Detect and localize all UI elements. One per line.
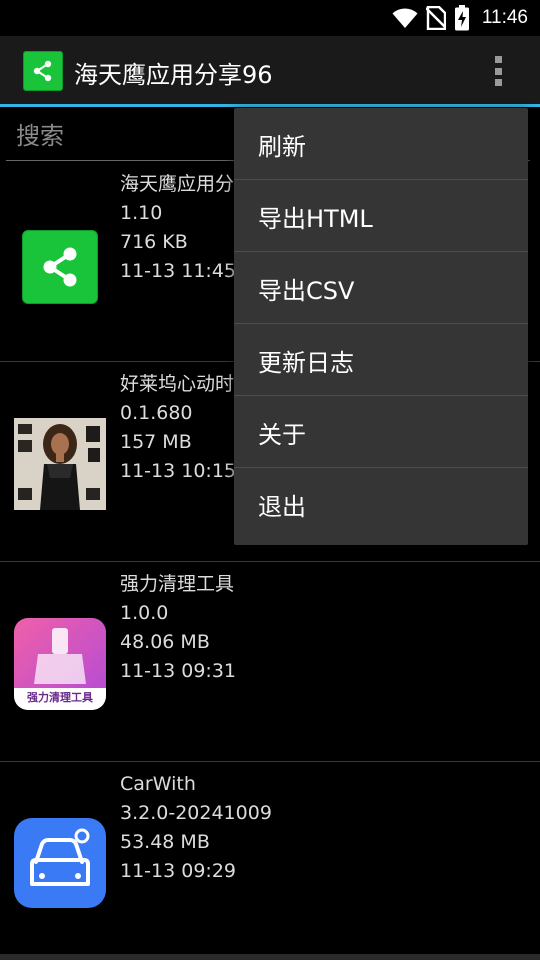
app-version: 3.2.0-20241009: [120, 802, 272, 824]
menu-item-label: 导出HTML: [258, 205, 373, 233]
app-version: 0.1.680: [120, 402, 193, 424]
menu-item-export-csv[interactable]: 导出CSV: [234, 252, 528, 324]
screen: 11:46 海天鹰应用分享96 搜索 海天鹰应用分 1.10 716 KB 11…: [0, 0, 540, 960]
app-info: 好莱坞心动时 0.1.680 157 MB 11-13 10:15: [120, 370, 236, 486]
share-app-icon: [22, 230, 98, 304]
app-bar: 海天鹰应用分享96: [0, 36, 540, 107]
app-name: 好莱坞心动时: [120, 373, 235, 395]
no-sim-icon: [425, 6, 446, 30]
cleaner-icon-label: 强力清理工具: [27, 691, 93, 704]
menu-item-label: 导出CSV: [258, 277, 355, 305]
app-date: 11-13 09:29: [120, 860, 237, 882]
app-info: 强力清理工具 1.0.0 48.06 MB 11-13 09:31: [120, 570, 236, 686]
share-glyph-icon: [33, 60, 52, 82]
menu-item-label: 更新日志: [258, 349, 354, 377]
menu-item-exit[interactable]: 退出: [234, 468, 528, 540]
share-icon[interactable]: [23, 51, 63, 91]
menu-item-changelog[interactable]: 更新日志: [234, 324, 528, 396]
app-name: 强力清理工具: [120, 573, 235, 595]
app-date: 11-13 10:15: [120, 460, 237, 482]
menu-item-export-html[interactable]: 导出HTML: [234, 180, 528, 252]
status-time: 11:46: [481, 7, 528, 28]
app-name: 海天鹰应用分: [120, 173, 235, 195]
overflow-menu: 刷新 导出HTML 导出CSV 更新日志 关于 退出: [234, 108, 528, 545]
wifi-icon: [392, 8, 418, 28]
app-size: 48.06 MB: [120, 631, 210, 653]
menu-item-refresh[interactable]: 刷新: [234, 108, 528, 180]
status-icons: 11:46: [392, 4, 528, 32]
menu-item-label: 刷新: [258, 133, 306, 161]
more-vert-icon[interactable]: [484, 54, 512, 88]
app-date: 11-13 09:31: [120, 660, 237, 682]
app-size: 716 KB: [120, 231, 188, 253]
app-size: 53.48 MB: [120, 831, 210, 853]
cleaner-app-icon: 强力清理工具: [14, 618, 106, 710]
app-info: CarWith 3.2.0-20241009 53.48 MB 11-13 09…: [120, 770, 272, 886]
app-title: 海天鹰应用分享96: [74, 61, 273, 89]
list-item[interactable]: 强力清理工具 强力清理工具 1.0.0 48.06 MB 11-13 09:31: [0, 562, 540, 762]
app-date: 11-13 11:45: [120, 260, 237, 282]
status-bar: 11:46: [0, 0, 540, 36]
app-info: 海天鹰应用分 1.10 716 KB 11-13 11:45: [120, 170, 236, 286]
app-version: 1.10: [120, 202, 163, 224]
app-name: CarWith: [120, 773, 196, 795]
menu-item-label: 退出: [258, 493, 306, 521]
battery-charging-icon: [454, 5, 469, 31]
hollywood-game-icon: [14, 418, 106, 510]
menu-item-about[interactable]: 关于: [234, 396, 528, 468]
app-version: 1.0.0: [120, 602, 169, 624]
menu-item-label: 关于: [258, 421, 306, 449]
bottom-strip: [0, 954, 540, 960]
carwith-app-icon: [14, 818, 106, 908]
app-size: 157 MB: [120, 431, 192, 453]
list-item[interactable]: CarWith 3.2.0-20241009 53.48 MB 11-13 09…: [0, 762, 540, 960]
